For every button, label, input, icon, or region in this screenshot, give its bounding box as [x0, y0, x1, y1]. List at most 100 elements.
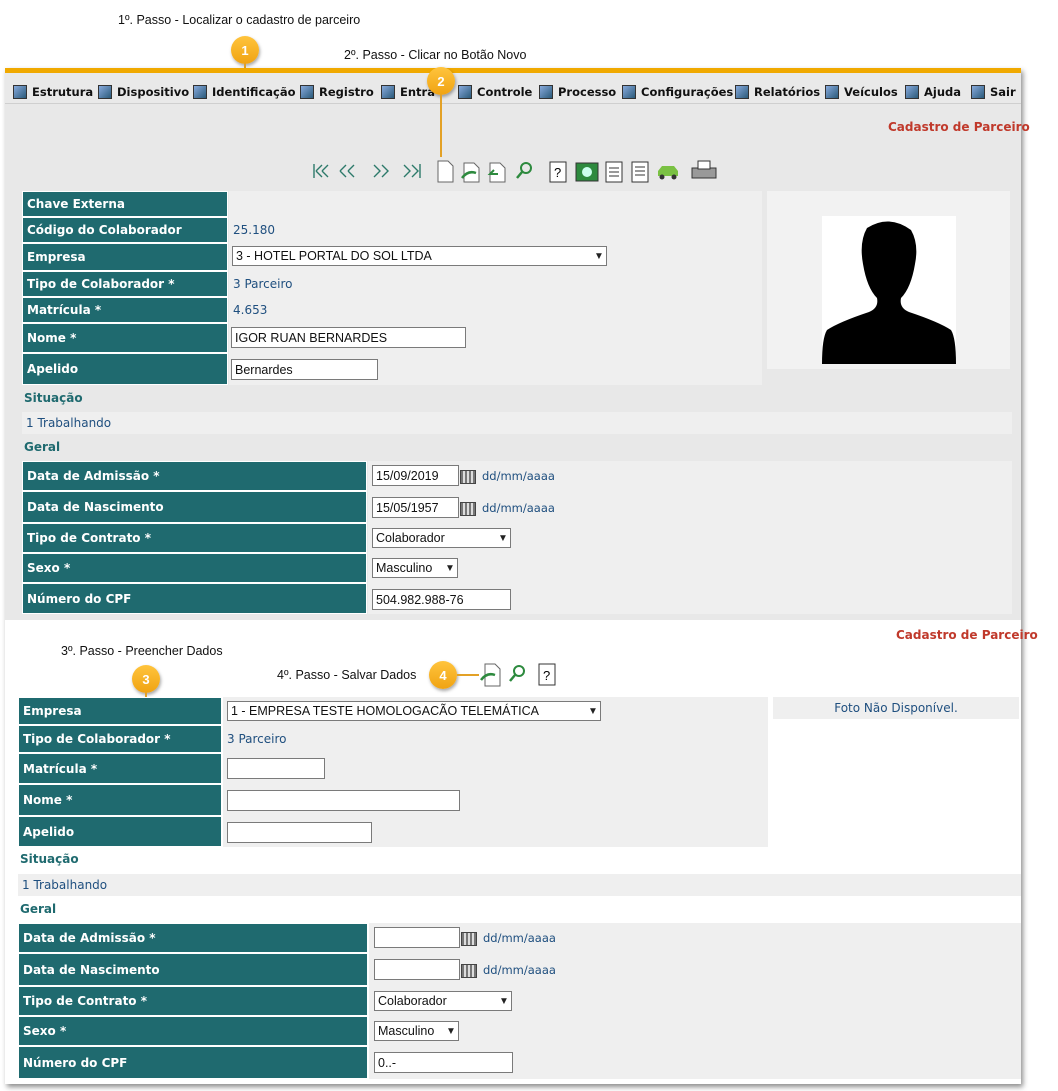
label-nascimento: Data de Nascimento: [22, 491, 367, 523]
first-record-icon: [313, 164, 329, 178]
nome-input[interactable]: IGOR RUAN BERNARDES: [231, 327, 466, 348]
matricula-input[interactable]: [227, 758, 325, 779]
toolbar-2: ?: [480, 663, 556, 687]
sexo-select-value: Masculino: [376, 561, 433, 575]
menu-item-controle[interactable]: Controle: [458, 82, 532, 102]
step3-note: 3º. Passo - Preencher Dados: [61, 644, 223, 658]
chevron-down-icon: ▼: [445, 562, 455, 574]
svg-text:?: ?: [554, 165, 561, 180]
chevron-down-icon: ▼: [594, 250, 604, 262]
section-situacao: Situação: [24, 391, 83, 405]
contrato-select-2[interactable]: Colaborador ▼: [374, 991, 512, 1011]
save-icon: [461, 162, 480, 183]
row-sexo: [368, 553, 1012, 583]
camera-icon: [575, 162, 599, 182]
admissao-input[interactable]: 15/09/2019: [372, 465, 459, 486]
printer-icon: [691, 160, 717, 179]
menu-item-dispositivo[interactable]: Dispositivo: [98, 82, 189, 102]
structure-icon: [13, 85, 27, 99]
callout-2: 2: [427, 67, 455, 95]
sexo-select-2[interactable]: Masculino ▼: [374, 1021, 459, 1041]
label-admissao: Data de Admissão *: [22, 461, 367, 491]
label-nome: Nome *: [22, 323, 228, 353]
label-sexo-2: Sexo *: [18, 1016, 368, 1046]
menu-label: Veículos: [844, 85, 898, 99]
help-doc-icon: ?: [549, 161, 567, 183]
label-chave-externa: Chave Externa: [22, 191, 228, 217]
next-record-icon: [373, 164, 389, 178]
nascimento-input-2[interactable]: [374, 959, 460, 980]
reports-icon: [735, 85, 749, 99]
calendar-icon[interactable]: [461, 964, 477, 978]
section-geral-2: Geral: [20, 902, 57, 916]
identification-icon: [193, 85, 207, 99]
menu-item-relatorios[interactable]: Relatórios: [735, 82, 820, 102]
list-icon: [631, 161, 649, 183]
contrato-select-value: Colaborador: [378, 994, 447, 1008]
report-icon: [605, 161, 623, 183]
menu-label: Relatórios: [754, 85, 821, 99]
menu-item-identificacao[interactable]: Identificação: [193, 82, 296, 102]
step1-note: 1º. Passo - Localizar o cadastro de parc…: [118, 13, 361, 27]
chevron-down-icon: ▼: [446, 1025, 456, 1037]
cpf-input[interactable]: 504.982.988-76: [372, 589, 511, 610]
photo-unavailable: Foto Não Disponível.: [773, 697, 1019, 719]
menu-item-processo[interactable]: Processo: [539, 82, 616, 102]
menu-label: Identificação: [212, 85, 296, 99]
empresa-select-2[interactable]: 1 - EMPRESA TESTE HOMOLOGACÃO TELEMÁTICA…: [227, 701, 601, 721]
nome-input-2[interactable]: [227, 790, 460, 811]
value-tipo: 3 Parceiro: [229, 271, 762, 297]
label-matricula-2: Matrícula *: [18, 753, 222, 784]
label-cpf: Número do CPF: [22, 583, 367, 614]
chevron-down-icon: ▼: [499, 995, 509, 1007]
label-tipo: Tipo de Colaborador *: [22, 271, 228, 297]
apelido-input-2[interactable]: [227, 822, 372, 843]
previous-record-icon: [339, 164, 355, 178]
entry-icon: [381, 85, 395, 99]
menu-item-ajuda[interactable]: Ajuda: [905, 82, 961, 102]
contrato-select[interactable]: Colaborador ▼: [372, 528, 511, 548]
sexo-select[interactable]: Masculino ▼: [372, 558, 458, 578]
calendar-icon[interactable]: [460, 470, 476, 484]
callout-2-line: [440, 94, 442, 157]
new-icon: [437, 160, 454, 183]
section-situacao-2: Situação: [20, 852, 79, 866]
photo-panel: [767, 191, 1010, 369]
help-icon: [905, 85, 919, 99]
main-menu-bar: Estrutura Dispositivo Identificação Regi…: [5, 68, 1021, 104]
callout-1: 1: [231, 36, 259, 64]
apelido-input[interactable]: Bernardes: [231, 359, 378, 380]
menu-item-estrutura[interactable]: Estrutura: [13, 82, 93, 102]
sexo-select-value: Masculino: [378, 1024, 435, 1038]
menu-label: Registro: [319, 85, 374, 99]
vehicle-icon: [825, 85, 839, 99]
cpf-input-2[interactable]: 0..-: [374, 1052, 513, 1073]
label-matricula: Matrícula *: [22, 297, 228, 323]
toolbar-icons: ?: [313, 160, 717, 183]
empresa-select[interactable]: 3 - HOTEL PORTAL DO SOL LTDA ▼: [232, 246, 607, 266]
last-record-icon: [403, 164, 421, 178]
menu-label: Controle: [477, 85, 533, 99]
calendar-icon[interactable]: [460, 502, 476, 516]
avatar: [822, 216, 956, 364]
menu-item-configuracoes[interactable]: Configurações: [622, 82, 733, 102]
car-icon: [658, 166, 678, 180]
menu-label: Processo: [558, 85, 617, 99]
register-icon: [300, 85, 314, 99]
menu-item-veiculos[interactable]: Veículos: [825, 82, 898, 102]
label-nascimento-2: Data de Nascimento: [18, 953, 368, 986]
date-format-hint: dd/mm/aaaa: [483, 963, 556, 977]
label-empresa-2: Empresa: [18, 697, 222, 725]
calendar-icon[interactable]: [461, 932, 477, 946]
page-title-2: Cadastro de Parceiro: [896, 628, 1038, 642]
callout-3: 3: [132, 665, 160, 693]
menu-item-sair[interactable]: Sair: [971, 82, 1016, 102]
menu-label: Sair: [990, 85, 1016, 99]
value-matricula: 4.653: [229, 297, 762, 323]
menu-label: Ajuda: [924, 85, 962, 99]
row-sexo-2: [369, 1016, 1021, 1046]
nascimento-input[interactable]: 15/05/1957: [372, 497, 459, 518]
label-empresa: Empresa: [22, 243, 228, 271]
admissao-input-2[interactable]: [374, 927, 460, 948]
menu-item-registro[interactable]: Registro: [300, 82, 374, 102]
